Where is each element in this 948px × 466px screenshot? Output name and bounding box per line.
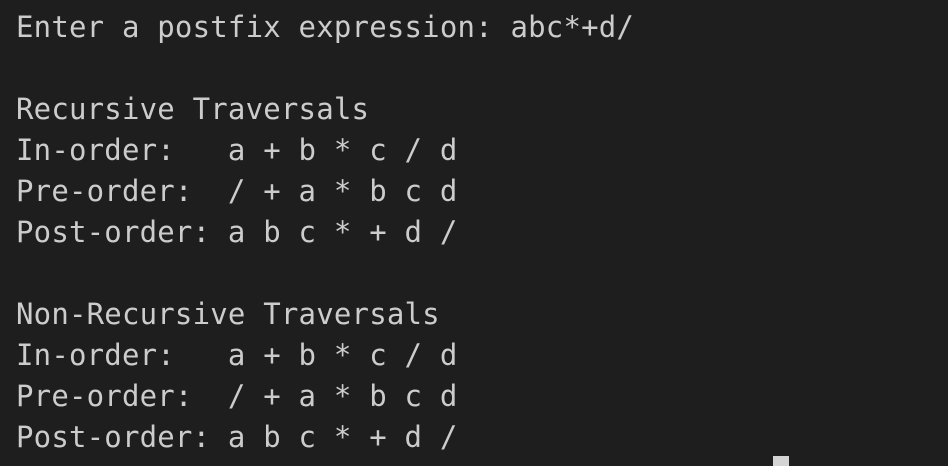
recursive-preorder: Pre-order: / + a * b c d [16, 174, 458, 208]
recursive-postorder: Post-order: a b c * + d / [16, 215, 458, 249]
prompt-line: Enter a postfix expression: abc*+d/ [16, 7, 634, 48]
nonrecursive-inorder: In-order: a + b * c / d [16, 338, 458, 372]
recursive-inorder: In-order: a + b * c / d [16, 133, 458, 167]
nonrecursive-heading: Non-Recursive Traversals [16, 297, 440, 331]
prompt-label: Enter a postfix expression: [16, 10, 511, 44]
nonrecursive-preorder: Pre-order: / + a * b c d [16, 379, 458, 413]
terminal-window[interactable]: Enter a postfix expression: abc*+d/ Recu… [0, 0, 948, 466]
nonrecursive-postorder: Post-order: a b c * + d / [16, 420, 458, 454]
text-cursor [773, 456, 789, 466]
recursive-heading: Recursive Traversals [16, 92, 370, 126]
prompt-input: abc*+d/ [510, 10, 635, 44]
